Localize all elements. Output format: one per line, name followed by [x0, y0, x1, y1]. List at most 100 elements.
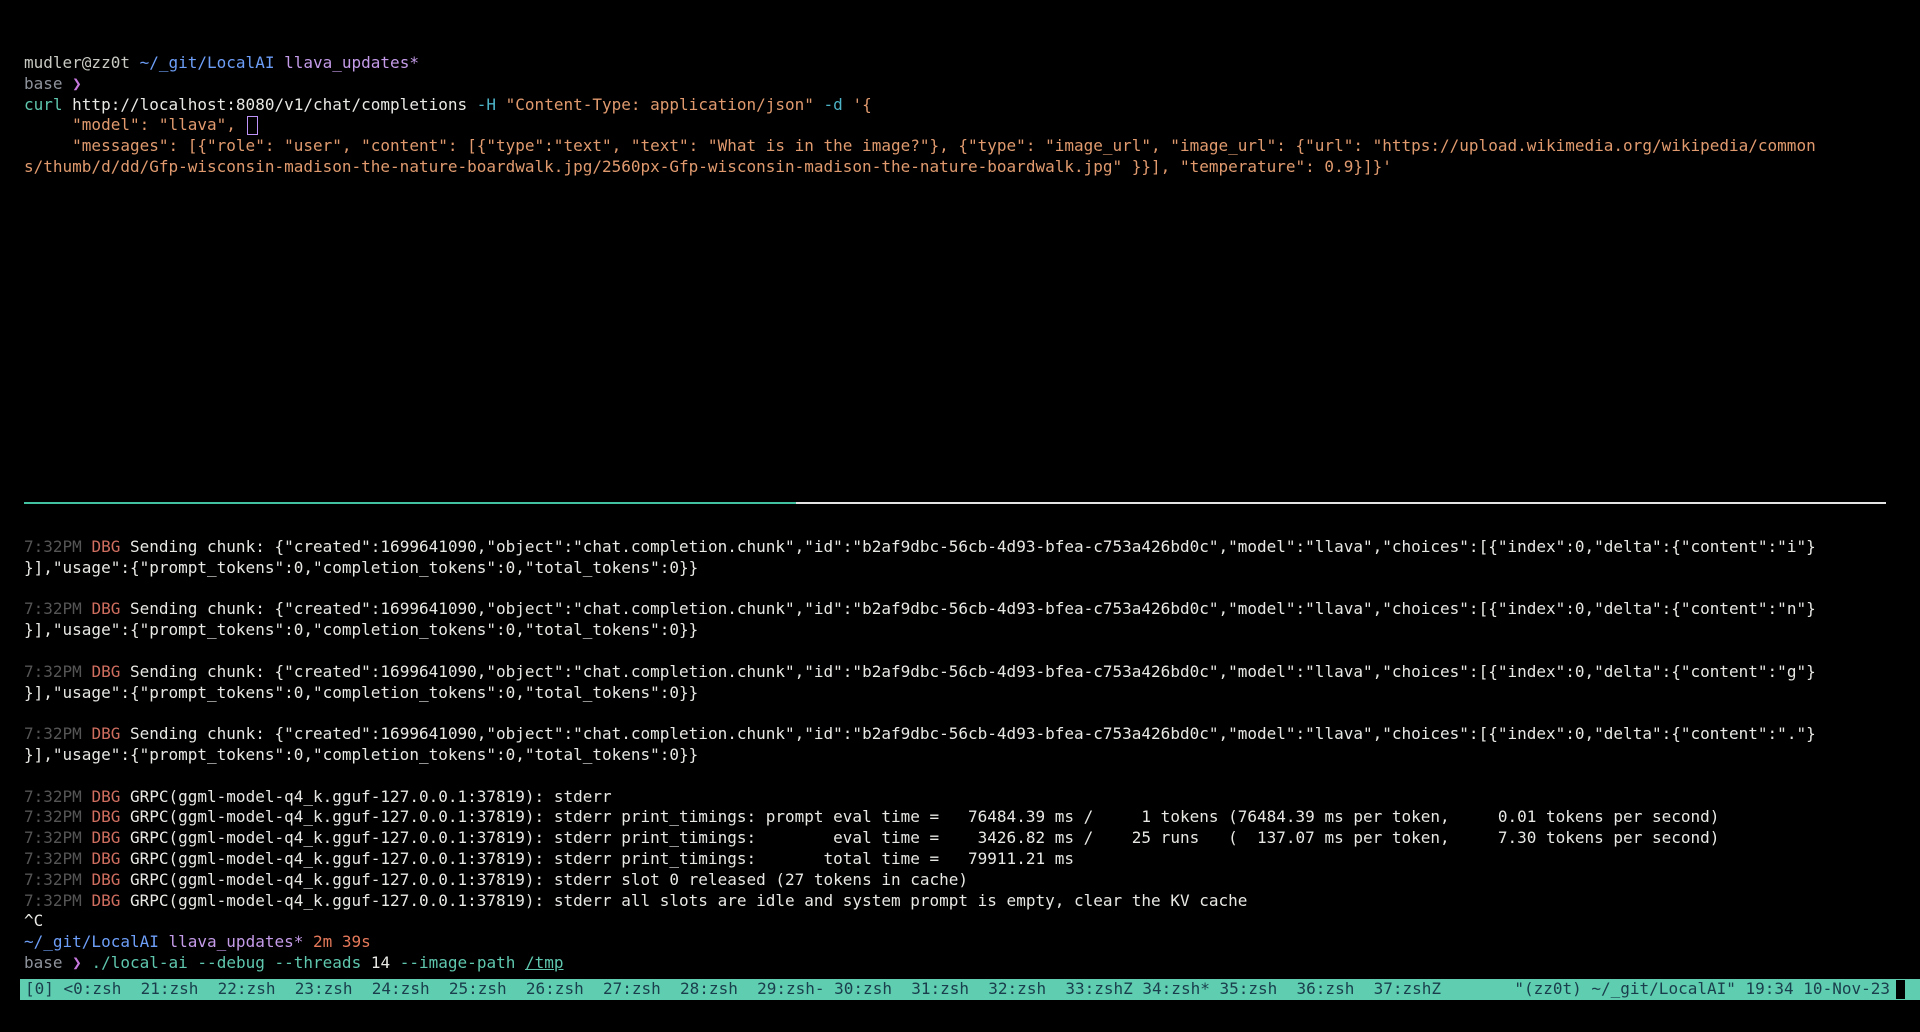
flag-image-path: --image-path — [400, 953, 516, 972]
prompt-line: mudler@zz0t ~/_git/LocalAI llava_updates… — [24, 53, 1816, 74]
blank-line — [24, 641, 1816, 662]
log-text: Sending chunk: {"created":1699641090,"ob… — [130, 599, 1816, 618]
prompt-arrow: ❯ — [72, 74, 82, 93]
log-level: DBG — [91, 870, 130, 889]
log-line: 7:32PM DBG GRPC(ggml-model-q4_k.gguf-127… — [24, 849, 1816, 870]
spacer — [496, 95, 506, 114]
spacer — [188, 953, 198, 972]
log-line: 7:32PM DBG GRPC(ggml-model-q4_k.gguf-127… — [24, 870, 1816, 891]
cwd-path: ~/_git/LocalAI — [140, 53, 275, 72]
log-text: GRPC(ggml-model-q4_k.gguf-127.0.0.1:3781… — [130, 891, 1247, 910]
log-line: 7:32PM DBG Sending chunk: {"created":169… — [24, 662, 1816, 683]
venv-name: base — [24, 74, 72, 93]
log-text: GRPC(ggml-model-q4_k.gguf-127.0.0.1:3781… — [130, 849, 1074, 868]
text-cursor — [247, 116, 258, 135]
log-text: GRPC(ggml-model-q4_k.gguf-127.0.0.1:3781… — [130, 870, 968, 889]
log-level: DBG — [91, 599, 130, 618]
log-continuation-line: }],"usage":{"prompt_tokens":0,"completio… — [24, 683, 1816, 704]
image-path-value: /tmp — [525, 953, 564, 972]
log-continuation-line: }],"usage":{"prompt_tokens":0,"completio… — [24, 558, 1816, 579]
spacer — [390, 953, 400, 972]
log-line: 7:32PM DBG GRPC(ggml-model-q4_k.gguf-127… — [24, 807, 1816, 828]
flag-threads: --threads — [275, 953, 362, 972]
log-line: 7:32PM DBG GRPC(ggml-model-q4_k.gguf-127… — [24, 787, 1816, 808]
log-level: DBG — [91, 807, 130, 826]
log-text: }],"usage":{"prompt_tokens":0,"completio… — [24, 558, 698, 577]
blank-line — [24, 703, 1816, 724]
command-name: curl — [24, 95, 63, 114]
tmux-session-info: "(zz0t) ~/_git/LocalAI" 19:34 10-Nov-23 — [1514, 979, 1890, 1000]
log-continuation-line: }],"usage":{"prompt_tokens":0,"completio… — [24, 620, 1816, 641]
json-open: '{ — [852, 95, 871, 114]
spacer — [274, 53, 284, 72]
spacer — [361, 953, 371, 972]
git-branch: llava_updates* — [284, 53, 419, 72]
json-messages-wrap: s/thumb/d/dd/Gfp-wisconsin-madison-the-n… — [24, 157, 1392, 176]
log-level: DBG — [91, 724, 130, 743]
log-line: 7:32PM DBG Sending chunk: {"created":169… — [24, 537, 1816, 558]
spacer — [515, 953, 525, 972]
command-duration: 2m 39s — [313, 932, 371, 951]
log-continuation-line: }],"usage":{"prompt_tokens":0,"completio… — [24, 745, 1816, 766]
spacer — [843, 95, 853, 114]
flag-data: -d — [824, 95, 843, 114]
timestamp: 7:32PM — [24, 849, 91, 868]
sigint-text: ^C — [24, 911, 43, 930]
timestamp: 7:32PM — [24, 599, 91, 618]
threads-value: 14 — [371, 953, 390, 972]
log-level: DBG — [91, 787, 130, 806]
venv-name: base — [24, 953, 72, 972]
log-level: DBG — [91, 849, 130, 868]
log-text: }],"usage":{"prompt_tokens":0,"completio… — [24, 745, 698, 764]
prompt-line: base ❯ — [24, 74, 1816, 95]
log-text: Sending chunk: {"created":1699641090,"ob… — [130, 662, 1816, 681]
timestamp: 7:32PM — [24, 537, 91, 556]
log-text: Sending chunk: {"created":1699641090,"ob… — [130, 724, 1816, 743]
command-line: curl http://localhost:8080/v1/chat/compl… — [24, 95, 1816, 116]
header-string: "Content-Type: application/json" — [506, 95, 814, 114]
log-level: DBG — [91, 662, 130, 681]
command-line: base ❯ ./local-ai --debug --threads 14 -… — [24, 953, 1816, 974]
timestamp: 7:32PM — [24, 828, 91, 847]
pane-divider-inactive-segment — [796, 502, 1886, 504]
json-model: "model": "llava", — [24, 115, 246, 134]
log-text: GRPC(ggml-model-q4_k.gguf-127.0.0.1:3781… — [130, 807, 1719, 826]
blank-line — [24, 579, 1816, 600]
timestamp: 7:32PM — [24, 870, 91, 889]
json-line: "messages": [{"role": "user", "content":… — [24, 136, 1816, 157]
json-line: "model": "llava", — [24, 115, 1816, 136]
tmux-status-bar[interactable]: [0] <0:zsh 21:zsh 22:zsh 23:zsh 24:zsh 2… — [20, 979, 1920, 1000]
log-line: 7:32PM DBG GRPC(ggml-model-q4_k.gguf-127… — [24, 891, 1816, 912]
cwd-path: ~/_git/LocalAI — [24, 932, 159, 951]
prompt-arrow: ❯ — [72, 953, 82, 972]
pane-divider — [24, 502, 1886, 504]
json-line: s/thumb/d/dd/Gfp-wisconsin-madison-the-n… — [24, 157, 1816, 178]
interrupt-line: ^C — [24, 911, 1816, 932]
timestamp: 7:32PM — [24, 807, 91, 826]
prompt-line: ~/_git/LocalAI llava_updates* 2m 39s — [24, 932, 1816, 953]
spacer — [265, 953, 275, 972]
git-branch: llava_updates* — [169, 932, 304, 951]
spacer — [82, 953, 92, 972]
blank-line — [24, 766, 1816, 787]
timestamp: 7:32PM — [24, 662, 91, 681]
flag-debug: --debug — [197, 953, 264, 972]
tmux-window-list[interactable]: [0] <0:zsh 21:zsh 22:zsh 23:zsh 24:zsh 2… — [25, 979, 1441, 1000]
flag-header: -H — [477, 95, 496, 114]
log-text: GRPC(ggml-model-q4_k.gguf-127.0.0.1:3781… — [130, 828, 1719, 847]
log-line: 7:32PM DBG GRPC(ggml-model-q4_k.gguf-127… — [24, 828, 1816, 849]
spacer — [814, 95, 824, 114]
log-line: 7:32PM DBG Sending chunk: {"created":169… — [24, 724, 1816, 745]
timestamp: 7:32PM — [24, 891, 91, 910]
statusbar-cursor-mark — [1896, 980, 1905, 999]
spacer — [303, 932, 313, 951]
log-level: DBG — [91, 828, 130, 847]
shell-history-top: mudler@zz0t ~/_git/LocalAI llava_updates… — [24, 53, 1816, 178]
debug-log-output: 7:32PM DBG Sending chunk: {"created":169… — [24, 537, 1816, 974]
log-level: DBG — [91, 891, 130, 910]
log-text: GRPC(ggml-model-q4_k.gguf-127.0.0.1:3781… — [130, 787, 612, 806]
timestamp: 7:32PM — [24, 724, 91, 743]
log-text: Sending chunk: {"created":1699641090,"ob… — [130, 537, 1816, 556]
user-host: mudler@zz0t — [24, 53, 140, 72]
json-messages: "messages": [{"role": "user", "content":… — [24, 136, 1816, 155]
